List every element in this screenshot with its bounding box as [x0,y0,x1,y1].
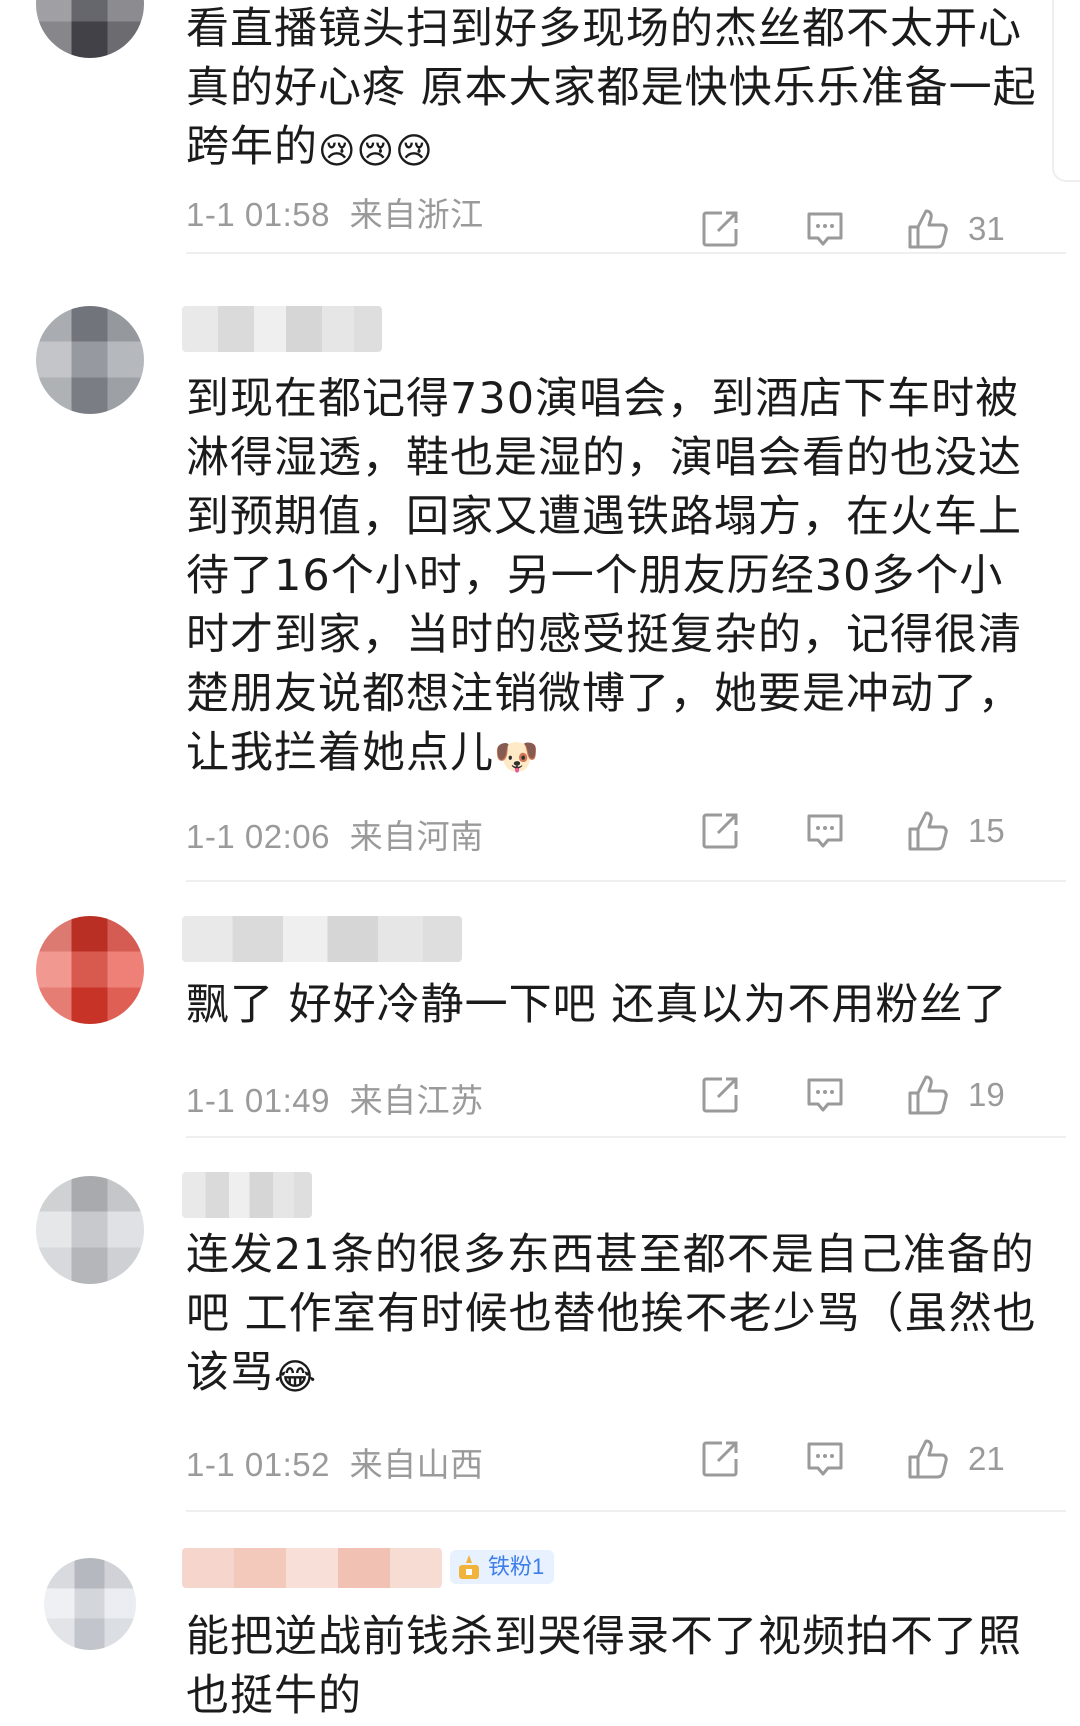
comment-icon [807,1442,843,1476]
fan-level-badge[interactable]: 铁粉1 [450,1550,555,1584]
like-count: 21 [968,1440,1005,1477]
avatar[interactable] [36,0,144,58]
comment-body: 看直播镜头扫到好多现场的杰丝都不太开心真的好心疼 原本大家都是快快乐乐准备一起跨… [186,4,1037,172]
username-blurred[interactable] [182,916,462,962]
username-blurred[interactable] [182,1172,312,1218]
username-blurred[interactable] [182,1548,442,1588]
comment-text: 飘了 好好冷静一下吧 还真以为不用粉丝了 [186,976,1046,1035]
share-icon [702,813,738,849]
comment-actions: 21 [700,1434,1060,1484]
divider [186,1136,1066,1138]
like-count: 19 [968,1076,1005,1113]
divider [186,1510,1066,1512]
comment-meta: 1-1 01:52 来自山西 [186,1438,484,1486]
laughing-emoji-icon: 😂 [274,1357,318,1398]
comment-body: 能把逆战前钱杀到哭得录不了视频拍不了照也挺牛的 [186,1612,1022,1721]
comment-4: 连发21条的很多东西甚至都不是自己准备的吧 工作室有时候也替他挨不老少骂（虽然也… [0,1166,1080,1506]
avatar[interactable] [36,916,144,1024]
like-button[interactable]: 15 [906,806,1005,856]
share-button[interactable] [700,204,742,254]
like-button[interactable]: 31 [906,204,1005,254]
like-icon [908,1439,948,1479]
comment-location: 来自山西 [349,1446,484,1483]
comment-meta: 1-1 01:49 来自江苏 [186,1074,484,1122]
comment-1: 看直播镜头扫到好多现场的杰丝都不太开心真的好心疼 原本大家都是快快乐乐准备一起跨… [0,0,1080,250]
comment-time: 1-1 01:58 [186,196,330,233]
comment-icon [807,212,843,246]
comment-actions: 31 [700,204,1060,254]
divider [186,252,1066,254]
comment-body: 飘了 好好冷静一下吧 还真以为不用粉丝了 [186,980,1008,1030]
avatar[interactable] [36,1176,144,1284]
badge-label: 铁粉1 [488,1554,545,1579]
comment-3: 飘了 好好冷静一下吧 还真以为不用粉丝了 1-1 01:49 来自江苏 19 [0,910,1080,1140]
like-button[interactable]: 21 [906,1434,1005,1484]
comment-time: 1-1 01:52 [186,1446,330,1483]
like-button[interactable]: 19 [906,1070,1005,1120]
comment-button[interactable] [804,1434,846,1484]
comment-actions: 19 [700,1070,1060,1120]
like-icon [908,209,948,249]
comment-meta: 1-1 01:58 来自浙江 [186,188,484,236]
share-button[interactable] [700,806,742,856]
crying-emoji-icon: 😢 [356,131,396,172]
comment-text: 到现在都记得730演唱会，到酒店下车时被淋得湿透，鞋也是湿的，演唱会看的也没达到… [186,370,1046,783]
comment-time: 1-1 02:06 [186,818,330,855]
comment-body: 到现在都记得730演唱会，到酒店下车时被淋得湿透，鞋也是湿的，演唱会看的也没达到… [186,374,1022,778]
comment-location: 来自浙江 [349,196,484,233]
avatar[interactable] [36,306,144,414]
share-button[interactable] [700,1070,742,1120]
divider [186,880,1066,882]
comment-text: 能把逆战前钱杀到哭得录不了视频拍不了照也挺牛的 [186,1608,1046,1726]
comment-actions: 15 [700,806,1060,856]
avatar[interactable] [44,1558,136,1650]
comment-text: 看直播镜头扫到好多现场的杰丝都不太开心真的好心疼 原本大家都是快快乐乐准备一起跨… [186,0,1046,177]
comment-time: 1-1 01:49 [186,1082,330,1119]
comment-icon [807,1078,843,1112]
like-count: 31 [968,210,1005,247]
comment-text: 连发21条的很多东西甚至都不是自己准备的吧 工作室有时候也替他挨不老少骂（虽然也… [186,1226,1046,1403]
share-icon [702,1077,738,1113]
comment-button[interactable] [804,1070,846,1120]
comment-meta: 1-1 02:06 来自河南 [186,810,484,858]
like-icon [908,1075,948,1115]
comment-button[interactable] [804,204,846,254]
comment-5: 铁粉1 能把逆战前钱杀到哭得录不了视频拍不了照也挺牛的 [0,1540,1080,1726]
crying-emoji-icon: 😢 [318,131,357,172]
comment-icon [807,814,843,848]
share-icon [702,211,738,247]
fan-badge-icon [459,1555,479,1579]
username-blurred[interactable] [182,306,382,352]
share-button[interactable] [700,1434,742,1484]
like-count: 15 [968,812,1005,849]
comment-2: 到现在都记得730演唱会，到酒店下车时被淋得湿透，鞋也是湿的，演唱会看的也没达到… [0,300,1080,880]
like-icon [908,811,948,851]
comment-button[interactable] [804,806,846,856]
share-icon [702,1441,738,1477]
crying-emoji-icon: 😢 [395,131,434,172]
comment-location: 来自河南 [349,818,484,855]
dog-emoji-icon: 🐶 [494,737,540,778]
comment-location: 来自江苏 [349,1082,484,1119]
